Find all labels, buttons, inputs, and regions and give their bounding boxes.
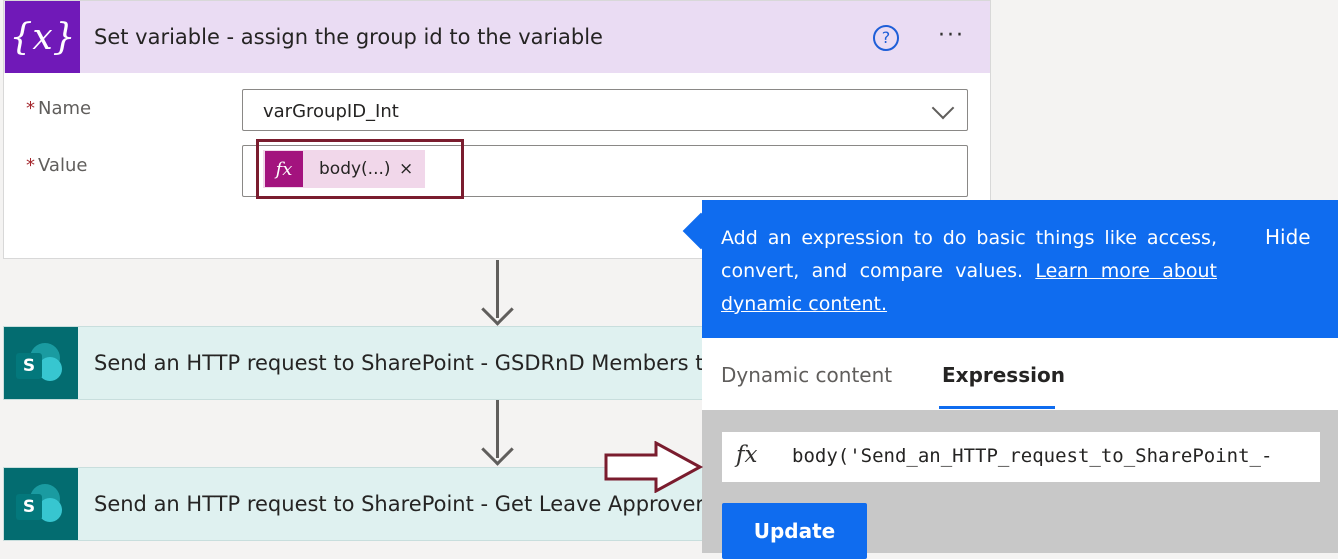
expression-area: fx body('Send_an_HTTP_request_to_SharePo… [702, 410, 1338, 559]
info-text: Add an expression to do basic things lik… [721, 222, 1217, 321]
sharepoint-step-card[interactable]: S Send an HTTP request to SharePoint - G… [3, 326, 703, 400]
required-mark: * [26, 98, 35, 119]
active-tab-indicator [939, 406, 1055, 409]
name-label: * Name [26, 98, 91, 119]
expression-text: body('Send_an_HTTP_request_to_SharePoint… [792, 445, 1273, 467]
hide-button[interactable]: Hide [1265, 225, 1311, 249]
help-icon[interactable]: ? [873, 25, 899, 51]
value-label-text: Value [38, 155, 88, 176]
step-title: Send an HTTP request to SharePoint - GSD… [94, 351, 703, 375]
panel-info-banner: Add an expression to do basic things lik… [702, 200, 1338, 338]
chevron-down-icon[interactable] [931, 96, 955, 120]
more-options-icon[interactable]: ··· [938, 23, 965, 48]
set-variable-title: Set variable - assign the group id to th… [94, 25, 603, 49]
annotation-highlight-box [256, 139, 464, 199]
set-variable-header[interactable]: {x} Set variable - assign the group id t… [4, 1, 990, 73]
name-select[interactable]: varGroupID_Int [242, 89, 968, 131]
required-mark: * [26, 155, 35, 176]
sharepoint-icon: S [4, 468, 78, 540]
tab-dynamic-content[interactable]: Dynamic content [721, 363, 892, 387]
name-value: varGroupID_Int [263, 101, 399, 122]
flow-arrow-icon [481, 433, 514, 466]
name-label-text: Name [38, 98, 92, 119]
tab-expression[interactable]: Expression [942, 363, 1065, 387]
annotation-arrow-icon [604, 441, 704, 493]
value-label: * Value [26, 155, 87, 176]
update-button[interactable]: Update [722, 503, 867, 559]
expression-panel: Add an expression to do basic things lik… [702, 200, 1338, 559]
step-title: Send an HTTP request to SharePoint - Get… [94, 492, 703, 516]
expression-input[interactable]: fx body('Send_an_HTTP_request_to_SharePo… [722, 432, 1320, 482]
flow-arrow-icon [481, 293, 514, 326]
fx-icon: fx [736, 442, 758, 468]
sharepoint-icon: S [4, 327, 78, 399]
sharepoint-step-card[interactable]: S Send an HTTP request to SharePoint - G… [3, 467, 703, 541]
variable-icon: {x} [5, 1, 80, 73]
